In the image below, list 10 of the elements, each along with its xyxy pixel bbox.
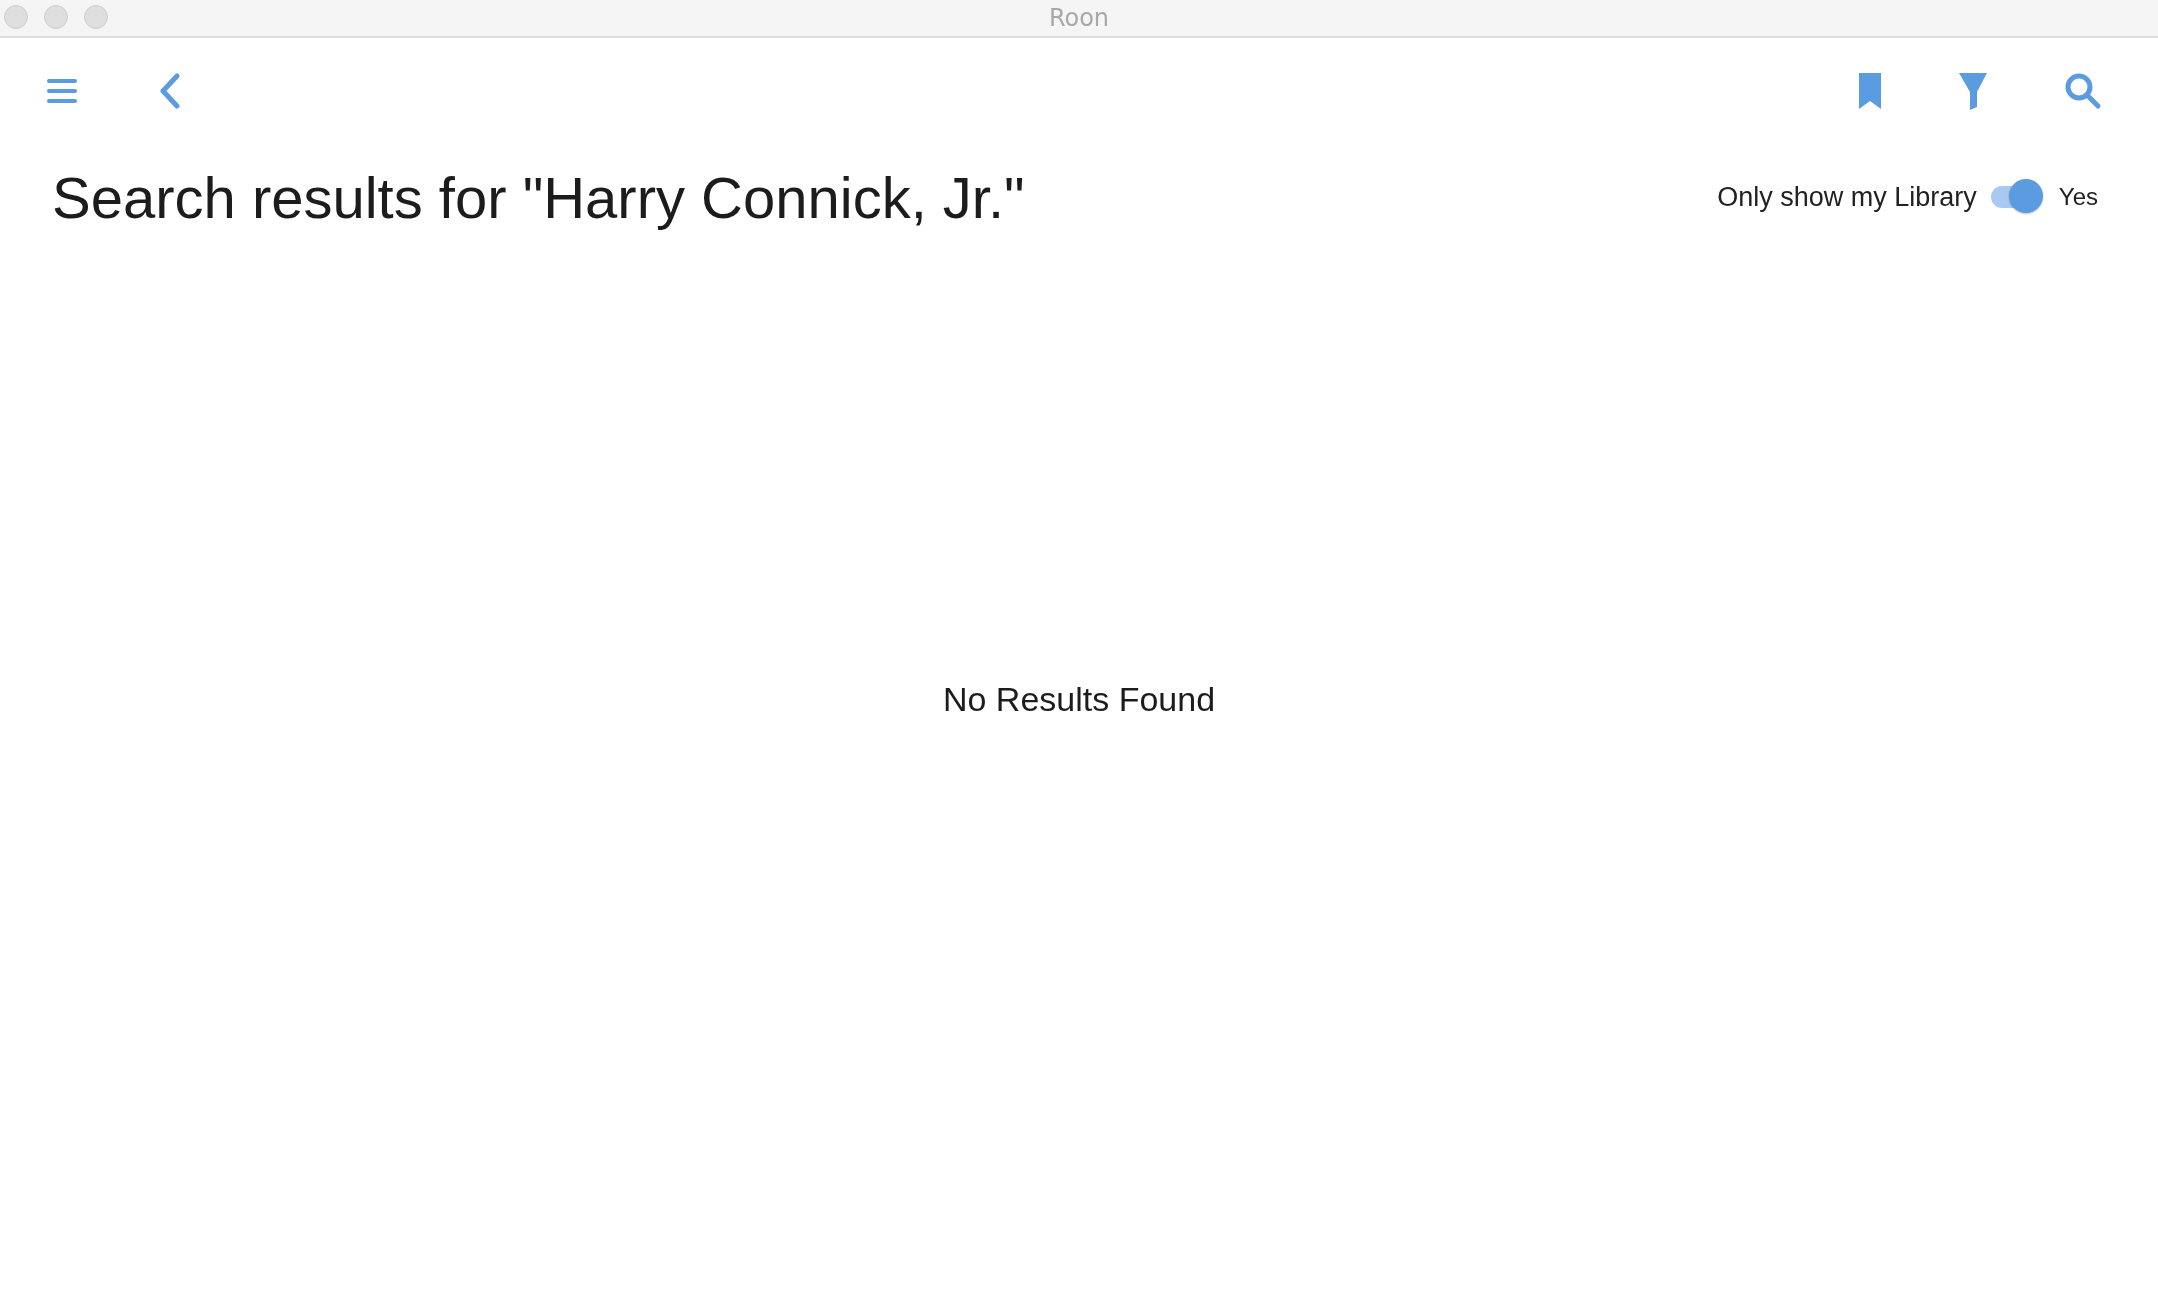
empty-message: No Results Found [942,680,1216,720]
page-heading: Search results for "Harry Connick, Jr." [52,163,1025,231]
window-title: Roon [1048,4,1110,32]
search-icon[interactable] [2064,72,2102,110]
back-chevron-icon[interactable] [158,73,182,109]
filter-icon[interactable] [1958,72,1988,110]
library-filter-label: Only show my Library [1717,181,1977,213]
menu-icon[interactable] [46,78,78,104]
bookmark-icon[interactable] [1858,72,1882,110]
toggle-value: Yes [2058,183,2098,211]
